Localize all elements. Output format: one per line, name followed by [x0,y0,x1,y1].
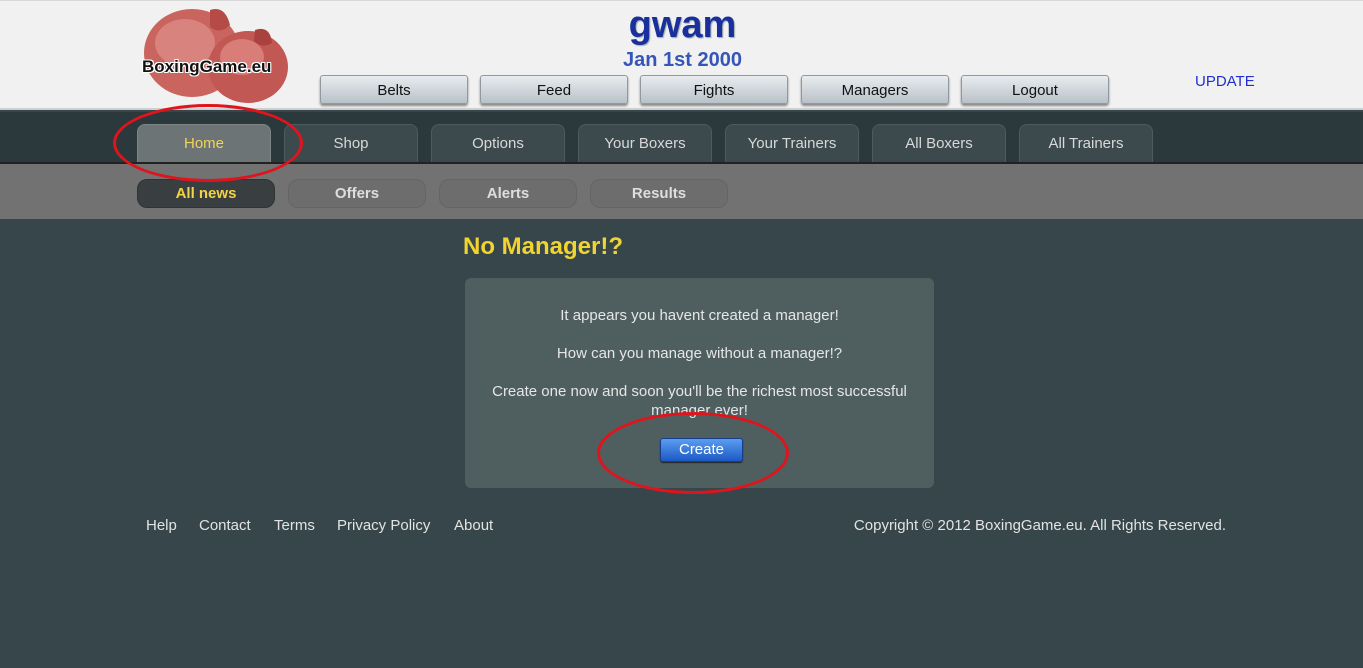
logo-text: BoxingGame.eu [142,57,272,76]
site-logo[interactable]: BoxingGame.eu [140,5,295,105]
fights-button[interactable]: Fights [640,75,788,104]
footer-privacy-link[interactable]: Privacy Policy [337,517,430,534]
copyright-text: Copyright © 2012 BoxingGame.eu. All Righ… [853,517,1226,534]
logout-button[interactable]: Logout [961,75,1109,104]
update-link[interactable]: UPDATE [1195,73,1255,90]
tab-your-boxers[interactable]: Your Boxers [578,124,712,162]
feed-button[interactable]: Feed [480,75,628,104]
subtab-all-news[interactable]: All news [137,179,275,208]
footer-help-link[interactable]: Help [146,517,177,534]
footer-contact-link[interactable]: Contact [199,517,251,534]
tab-shop[interactable]: Shop [284,124,418,162]
belts-button[interactable]: Belts [320,75,468,104]
footer-terms-link[interactable]: Terms [274,517,315,534]
footer-about-link[interactable]: About [454,517,493,534]
tab-all-trainers[interactable]: All Trainers [1019,124,1153,162]
site-header: BoxingGame.eu gwam Jan 1st 2000 Belts Fe… [0,0,1363,110]
boxing-gloves-icon [144,9,288,103]
managers-button[interactable]: Managers [801,75,949,104]
subtab-results[interactable]: Results [590,179,728,208]
message-line-2: How can you manage without a manager!? [556,345,843,362]
message-line-1: It appears you havent created a manager! [560,307,839,324]
tab-your-trainers[interactable]: Your Trainers [725,124,859,162]
annotation-circle-home [113,104,303,182]
page-title: No Manager!? [463,233,624,260]
tab-all-boxers[interactable]: All Boxers [872,124,1006,162]
subtab-offers[interactable]: Offers [288,179,426,208]
tab-options[interactable]: Options [431,124,565,162]
annotation-circle-create [597,412,789,494]
game-date: Jan 1st 2000 [623,49,742,71]
user-name: gwam [628,4,737,46]
subtab-alerts[interactable]: Alerts [439,179,577,208]
